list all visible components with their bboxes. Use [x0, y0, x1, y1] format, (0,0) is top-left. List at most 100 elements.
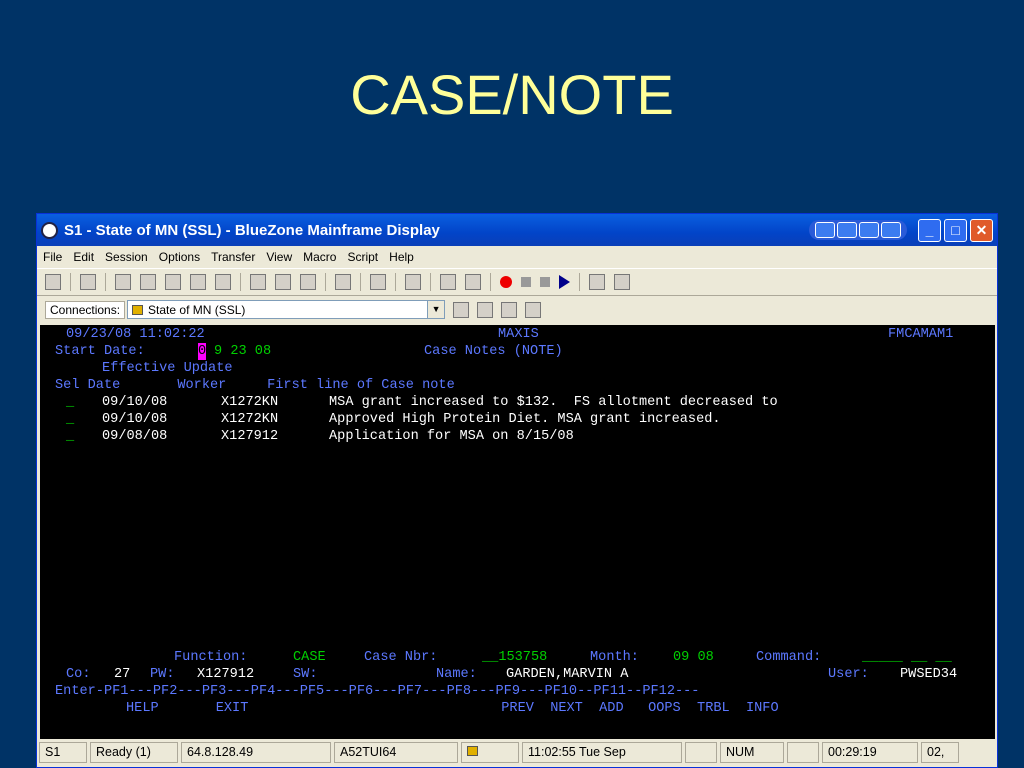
row-note: Approved High Protein Diet. MSA grant in… [329, 412, 721, 427]
command-field[interactable]: _____ __ __ [862, 649, 952, 666]
play-macro-icon[interactable] [559, 275, 570, 289]
transfer-icon[interactable] [335, 274, 351, 290]
clipboard-icon[interactable] [370, 274, 386, 290]
minimize-button[interactable]: _ [918, 218, 941, 242]
slide-title: CASE/NOTE [350, 63, 674, 126]
book-icon[interactable] [589, 274, 605, 290]
command-label: Command: [756, 650, 822, 665]
case-nbr-field[interactable]: __153758 [482, 649, 547, 666]
zoom-icon[interactable] [465, 274, 481, 290]
pw-label: PW: [150, 667, 175, 682]
user-value: PWSED34 [900, 667, 958, 682]
pf-key-row: Enter-PF1---PF2---PF3---PF4---PF5---PF6-… [55, 684, 700, 699]
remote-control-bar[interactable] [809, 220, 907, 240]
row-worker: X1272KN [221, 412, 279, 427]
pw-value: X127912 [197, 667, 255, 682]
connect-icon[interactable] [453, 301, 470, 318]
pause-macro-icon[interactable] [540, 277, 550, 287]
apple-icon[interactable] [614, 274, 630, 290]
name-label: Name: [436, 667, 477, 682]
connections-bar: Connections: State of MN (SSL) ▼ [37, 296, 997, 323]
print-preview-icon[interactable] [525, 301, 542, 318]
menu-session[interactable]: Session [105, 250, 148, 264]
status-num: NUM [720, 741, 784, 763]
connections-dropdown[interactable]: State of MN (SSL) ▼ [127, 300, 446, 319]
close-button[interactable]: ✕ [970, 218, 993, 242]
status-blank [685, 741, 717, 763]
menu-edit[interactable]: Edit [73, 250, 94, 264]
record-macro-icon[interactable] [500, 276, 512, 288]
connections-value: State of MN (SSL) [148, 302, 246, 317]
status-ip: 64.8.128.49 [181, 741, 331, 763]
pf-key-icon[interactable] [405, 274, 421, 290]
system-name: MAXIS [498, 327, 539, 342]
row-worker: X127912 [221, 429, 279, 444]
menu-macro[interactable]: Macro [303, 250, 336, 264]
screen-subtitle: Case Notes (NOTE) [424, 344, 563, 359]
status-elapsed: 00:29:19 [822, 741, 918, 763]
stop-macro-icon[interactable] [521, 277, 531, 287]
terminal-cursor[interactable]: 0 [198, 343, 207, 360]
name-value: GARDEN,MARVIN A [506, 667, 629, 682]
row-worker: X1272KN [221, 395, 279, 410]
bluezone-window: S1 - State of MN (SSL) - BlueZone Mainfr… [36, 213, 998, 768]
glasses-icon[interactable] [440, 274, 456, 290]
header-effective-update: Effective Update [102, 361, 233, 376]
restore-icon[interactable] [859, 222, 879, 238]
display-icon[interactable] [250, 274, 266, 290]
app-icon[interactable] [41, 221, 58, 239]
status-bar: S1 Ready (1) 64.8.128.49 A52TUI64 11:02:… [39, 739, 995, 765]
function-field[interactable]: CASE [293, 649, 326, 666]
month-label: Month: [590, 650, 639, 665]
start-date-label: Start Date: [55, 344, 145, 359]
toolbar [37, 268, 997, 296]
chevron-down-icon[interactable]: ▼ [427, 301, 445, 318]
menu-bar: File Edit Session Options Transfer View … [37, 246, 997, 268]
menu-transfer[interactable]: Transfer [211, 250, 255, 264]
record-icon[interactable] [815, 222, 835, 238]
case-nbr-label: Case Nbr: [364, 650, 438, 665]
pin-icon[interactable] [837, 222, 857, 238]
menu-script[interactable]: Script [347, 250, 378, 264]
fullscreen-icon[interactable] [881, 222, 901, 238]
font-icon[interactable] [275, 274, 291, 290]
start-date-field[interactable]: 9 23 08 [214, 343, 271, 360]
sw-label: SW: [293, 667, 318, 682]
title-bar[interactable]: S1 - State of MN (SSL) - BlueZone Mainfr… [37, 214, 997, 246]
maximize-button[interactable]: □ [944, 218, 967, 242]
row-date: 09/10/08 [102, 395, 168, 410]
menu-options[interactable]: Options [159, 250, 200, 264]
copy-icon[interactable] [140, 274, 156, 290]
new-session-icon[interactable] [45, 274, 61, 290]
menu-view[interactable]: View [266, 250, 292, 264]
pf-key-labels: HELP EXIT PREV NEXT ADD OOPS TRBL INFO [126, 701, 779, 716]
header-columns: Sel Date Worker First line of Case note [55, 378, 455, 393]
print-icon[interactable] [190, 274, 206, 290]
function-label: Function: [174, 650, 248, 665]
status-cursor-pos: 02, [921, 741, 959, 763]
menu-file[interactable]: File [43, 250, 62, 264]
status-clock: 11:02:55 Tue Sep [522, 741, 682, 763]
keyboard-map-icon[interactable] [80, 274, 96, 290]
month-field[interactable]: 09 08 [673, 649, 714, 666]
lock-icon [467, 745, 478, 756]
row-select-field[interactable]: _ [66, 428, 74, 445]
status-blank [787, 741, 819, 763]
county-value: 27 [114, 667, 131, 682]
status-ready: Ready (1) [90, 741, 178, 763]
status-session: S1 [39, 741, 87, 763]
screen-id: FMCAMAM1 [888, 327, 954, 342]
menu-help[interactable]: Help [389, 250, 414, 264]
row-select-field[interactable]: _ [66, 411, 74, 428]
keypad-icon[interactable] [300, 274, 316, 290]
lock-icon [132, 304, 144, 315]
disconnect-icon[interactable] [501, 301, 518, 318]
status-secure [461, 741, 519, 763]
save-icon[interactable] [165, 274, 181, 290]
status-lu: A52TUI64 [334, 741, 458, 763]
row-select-field[interactable]: _ [66, 394, 74, 411]
paste-icon[interactable] [215, 274, 231, 290]
cut-icon[interactable] [115, 274, 131, 290]
refresh-icon[interactable] [477, 301, 494, 318]
terminal-screen[interactable]: 09/23/08 11:02:22 MAXIS FMCAMAM1 Start D… [40, 325, 995, 739]
